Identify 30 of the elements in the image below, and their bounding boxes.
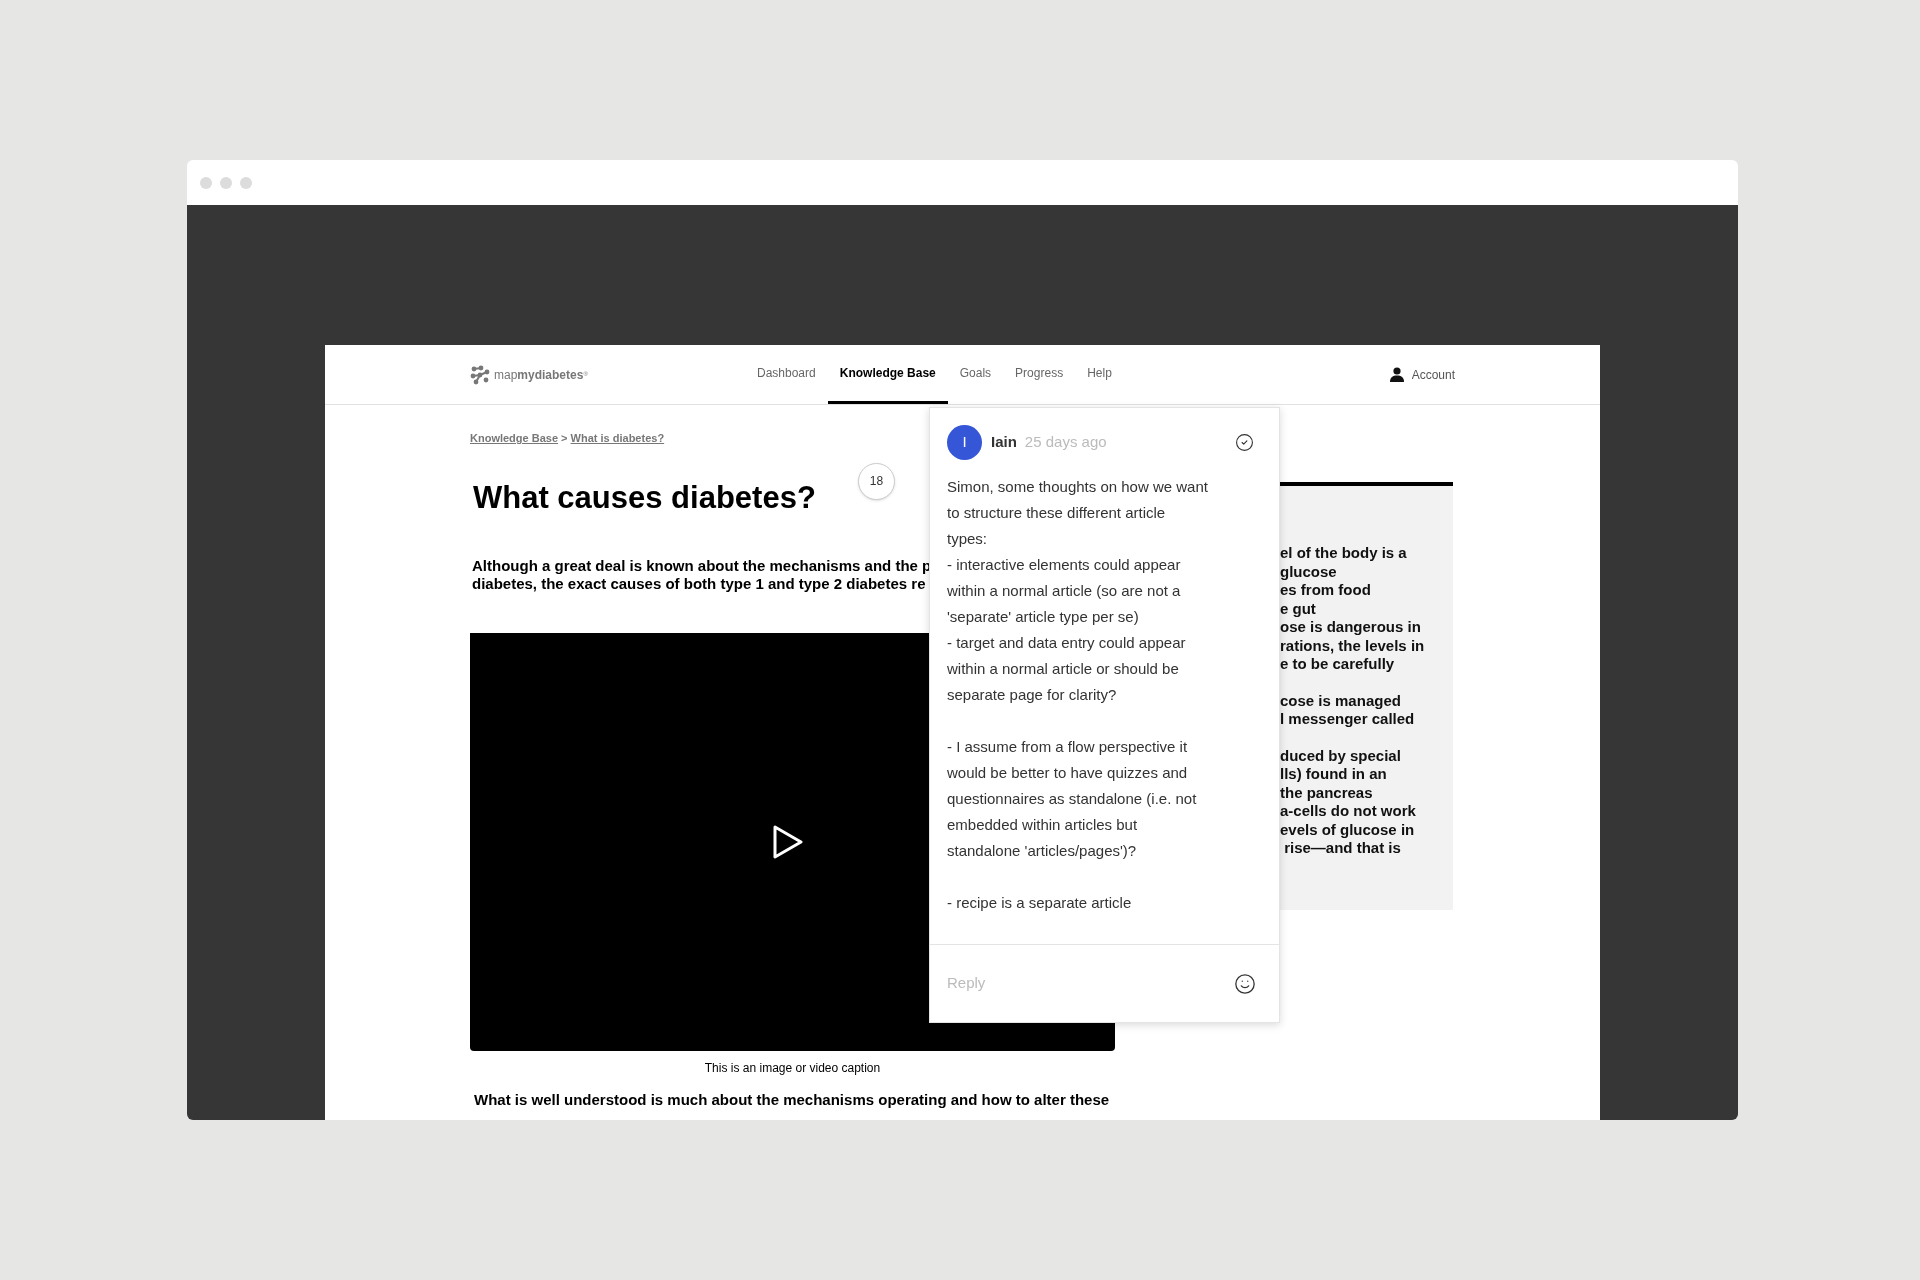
comment-text: - recipe is a separate article <box>947 893 1133 913</box>
breadcrumb-link[interactable]: What is diabetes? <box>570 432 665 444</box>
account-link[interactable]: Account <box>1389 365 1455 384</box>
comment-text: - I assume from a flow perspective it would be better to have quizzes and questionnaires as standalone (i.e. not embedded within articles but standalone 'articles/pages')? <box>947 737 1198 861</box>
avatar: I <box>947 425 982 460</box>
logo-text: mapmydiabetes$^{®}$ <box>494 366 588 384</box>
breadcrumb-link[interactable]: Knowledge Base <box>470 432 559 444</box>
nav-tab[interactable]: Goals <box>947 345 1004 404</box>
nav-tab[interactable]: Dashboard <box>745 345 828 404</box>
sidebar-paragraph: duced by special lls) found in an the pancreas a-cells do not work evels of glucose in rise—and that is <box>1280 746 1417 858</box>
breadcrumb-separator: > <box>560 432 569 444</box>
user-icon <box>1389 367 1404 382</box>
smiley-icon[interactable] <box>1234 972 1256 995</box>
sidebar-paragraph: el of the body is a glucose es from food e gut ose is dangerous in rations, the levels in e to be carefully <box>1280 544 1426 674</box>
comment-count-pin[interactable]: 18 <box>858 462 895 500</box>
sidebar-paragraph: cose is managed l messenger called <box>1280 691 1416 729</box>
article-title: What causes diabetes? <box>473 478 817 517</box>
comment-author: Iain <box>991 432 1017 453</box>
article-paragraph: What is well understood is much about the mechanisms operating and how to alter these <box>474 1090 1111 1110</box>
play-icon[interactable] <box>772 825 803 859</box>
resolve-button[interactable] <box>1235 433 1254 452</box>
reply-field[interactable]: Reply <box>947 972 1234 995</box>
logo-icon <box>470 364 490 385</box>
nav-tab[interactable]: Help <box>1075 345 1124 404</box>
nav-tab[interactable]: Progress <box>1003 345 1076 404</box>
media-caption: This is an image or video caption <box>703 1060 882 1077</box>
check-circle-icon <box>1235 433 1254 452</box>
comment-time: 25 days ago <box>1024 432 1107 453</box>
comment-text: Simon, some thoughts on how we want to structure these different article types: - interactive elements could appear within a normal article (so are not a 'separate' article type per se) - target and data entry could appear within a normal article or should be separate page for clarity? <box>947 477 1209 705</box>
nav-tab[interactable]: Knowledge Base <box>827 345 948 404</box>
